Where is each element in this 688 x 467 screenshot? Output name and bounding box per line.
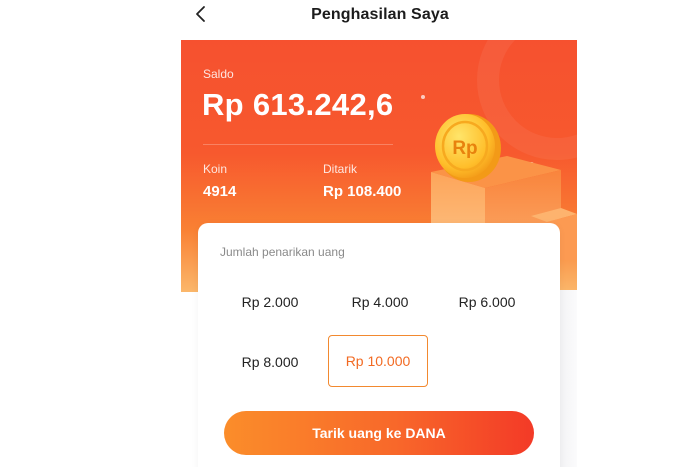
amount-option-6000[interactable]: Rp 6.000 xyxy=(437,276,537,328)
koin-label: Koin xyxy=(203,162,228,176)
earnings-screen: Penghasilan Saya Saldo Rp 613.242,6 Koin… xyxy=(0,0,688,467)
ditarik-value: Rp 108.400 xyxy=(323,183,402,200)
amount-option-4000[interactable]: Rp 4.000 xyxy=(330,276,430,328)
sparkle-decoration xyxy=(421,95,425,99)
withdraw-amount-label: Jumlah penarikan uang xyxy=(220,245,345,259)
saldo-label: Saldo xyxy=(203,67,234,81)
saldo-value: Rp 613.242,6 xyxy=(202,87,394,122)
koin-value: 4914 xyxy=(203,183,237,200)
divider xyxy=(203,144,393,145)
ditarik-label: Ditarik xyxy=(323,162,358,176)
page-title: Penghasilan Saya xyxy=(311,6,449,23)
side-edge xyxy=(560,290,577,467)
withdraw-to-dana-button[interactable]: Tarik uang ke DANA xyxy=(224,411,534,455)
coin-symbol: Rp xyxy=(452,138,477,159)
amount-option-10000[interactable]: Rp 10.000 xyxy=(328,335,428,387)
amount-option-2000[interactable]: Rp 2.000 xyxy=(220,276,320,328)
withdraw-panel: Jumlah penarikan uang Rp 2.000 Rp 4.000 … xyxy=(198,223,560,467)
amount-option-8000[interactable]: Rp 8.000 xyxy=(220,336,320,388)
